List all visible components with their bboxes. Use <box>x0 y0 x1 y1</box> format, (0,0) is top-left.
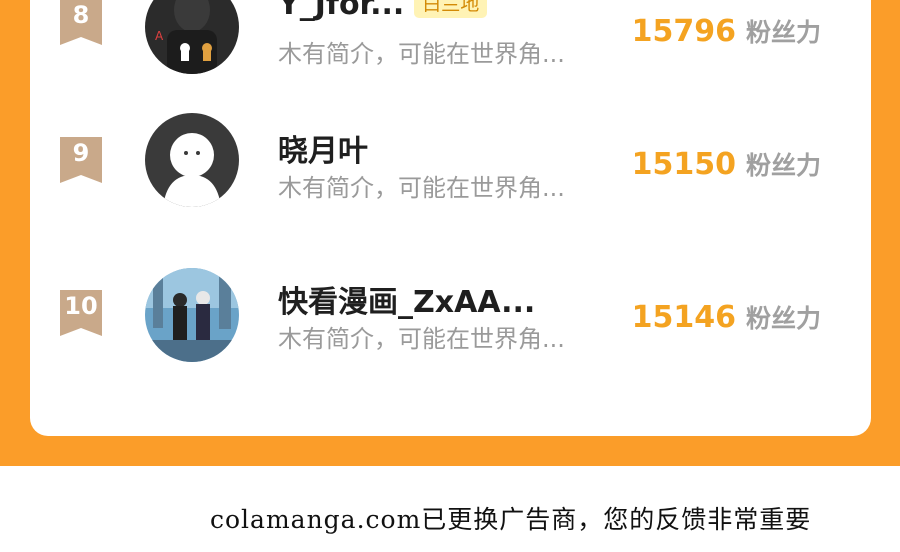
user-name-text[interactable]: 快看漫画_ZxAA... <box>278 285 535 320</box>
anime-art-avatar-icon[interactable] <box>145 268 239 362</box>
user-name[interactable]: 晓月叶 <box>278 126 368 170</box>
rank-number: 10 <box>64 292 98 320</box>
svg-text:A: A <box>155 29 164 43</box>
fans-label: 粉丝力 <box>745 18 821 47</box>
user-bio: 木有简介，可能在世界角... <box>278 40 565 68</box>
rank-number: 9 <box>72 139 90 167</box>
rank-badge: 9 <box>60 137 102 183</box>
rank-number: 8 <box>72 1 90 29</box>
fans-number: 15150 <box>631 147 736 182</box>
leaderboard-card: 8 A Y_Jfor... 白兰地 木有简介，可能在世界角... 15796 粉丝力 <box>30 0 871 436</box>
dark-photo-avatar-icon[interactable]: A <box>145 0 239 74</box>
user-name-text[interactable]: Y_Jfor... <box>278 0 404 22</box>
user-name[interactable]: 快看漫画_ZxAA... <box>278 277 535 321</box>
rank-badge: 10 <box>60 290 102 336</box>
leaderboard-row-10[interactable]: 10 快看漫画_ZxAA... 木有简介，可能在世界角... 15146 粉丝力 <box>30 268 871 395</box>
user-bio: 木有简介，可能在世界角... <box>278 325 565 353</box>
user-name[interactable]: Y_Jfor... 白兰地 <box>278 0 488 22</box>
fans-label: 粉丝力 <box>745 304 821 333</box>
user-bio: 木有简介，可能在世界角... <box>278 174 565 202</box>
fans-score: 15146 粉丝力 <box>632 299 821 335</box>
fans-score: 15796 粉丝力 <box>632 13 821 49</box>
fans-label: 粉丝力 <box>745 151 821 180</box>
fans-number: 15146 <box>631 300 736 335</box>
user-tag-badge: 白兰地 <box>414 0 488 18</box>
fans-score: 15150 粉丝力 <box>632 146 821 182</box>
rank-badge: 8 <box>60 0 102 45</box>
user-name-text[interactable]: 晓月叶 <box>278 134 368 169</box>
default-user-avatar-icon[interactable] <box>145 113 239 207</box>
leaderboard-row-9[interactable]: 9 晓月叶 木有简介，可能在世界角... 15150 粉丝力 <box>30 113 871 240</box>
leaderboard-row-8[interactable]: 8 A Y_Jfor... 白兰地 木有简介，可能在世界角... 15796 粉丝力 <box>30 0 871 87</box>
fans-number: 15796 <box>631 14 736 49</box>
ad-notice-text: colamanga.com已更换广告商，您的反馈非常重要 <box>210 505 812 534</box>
